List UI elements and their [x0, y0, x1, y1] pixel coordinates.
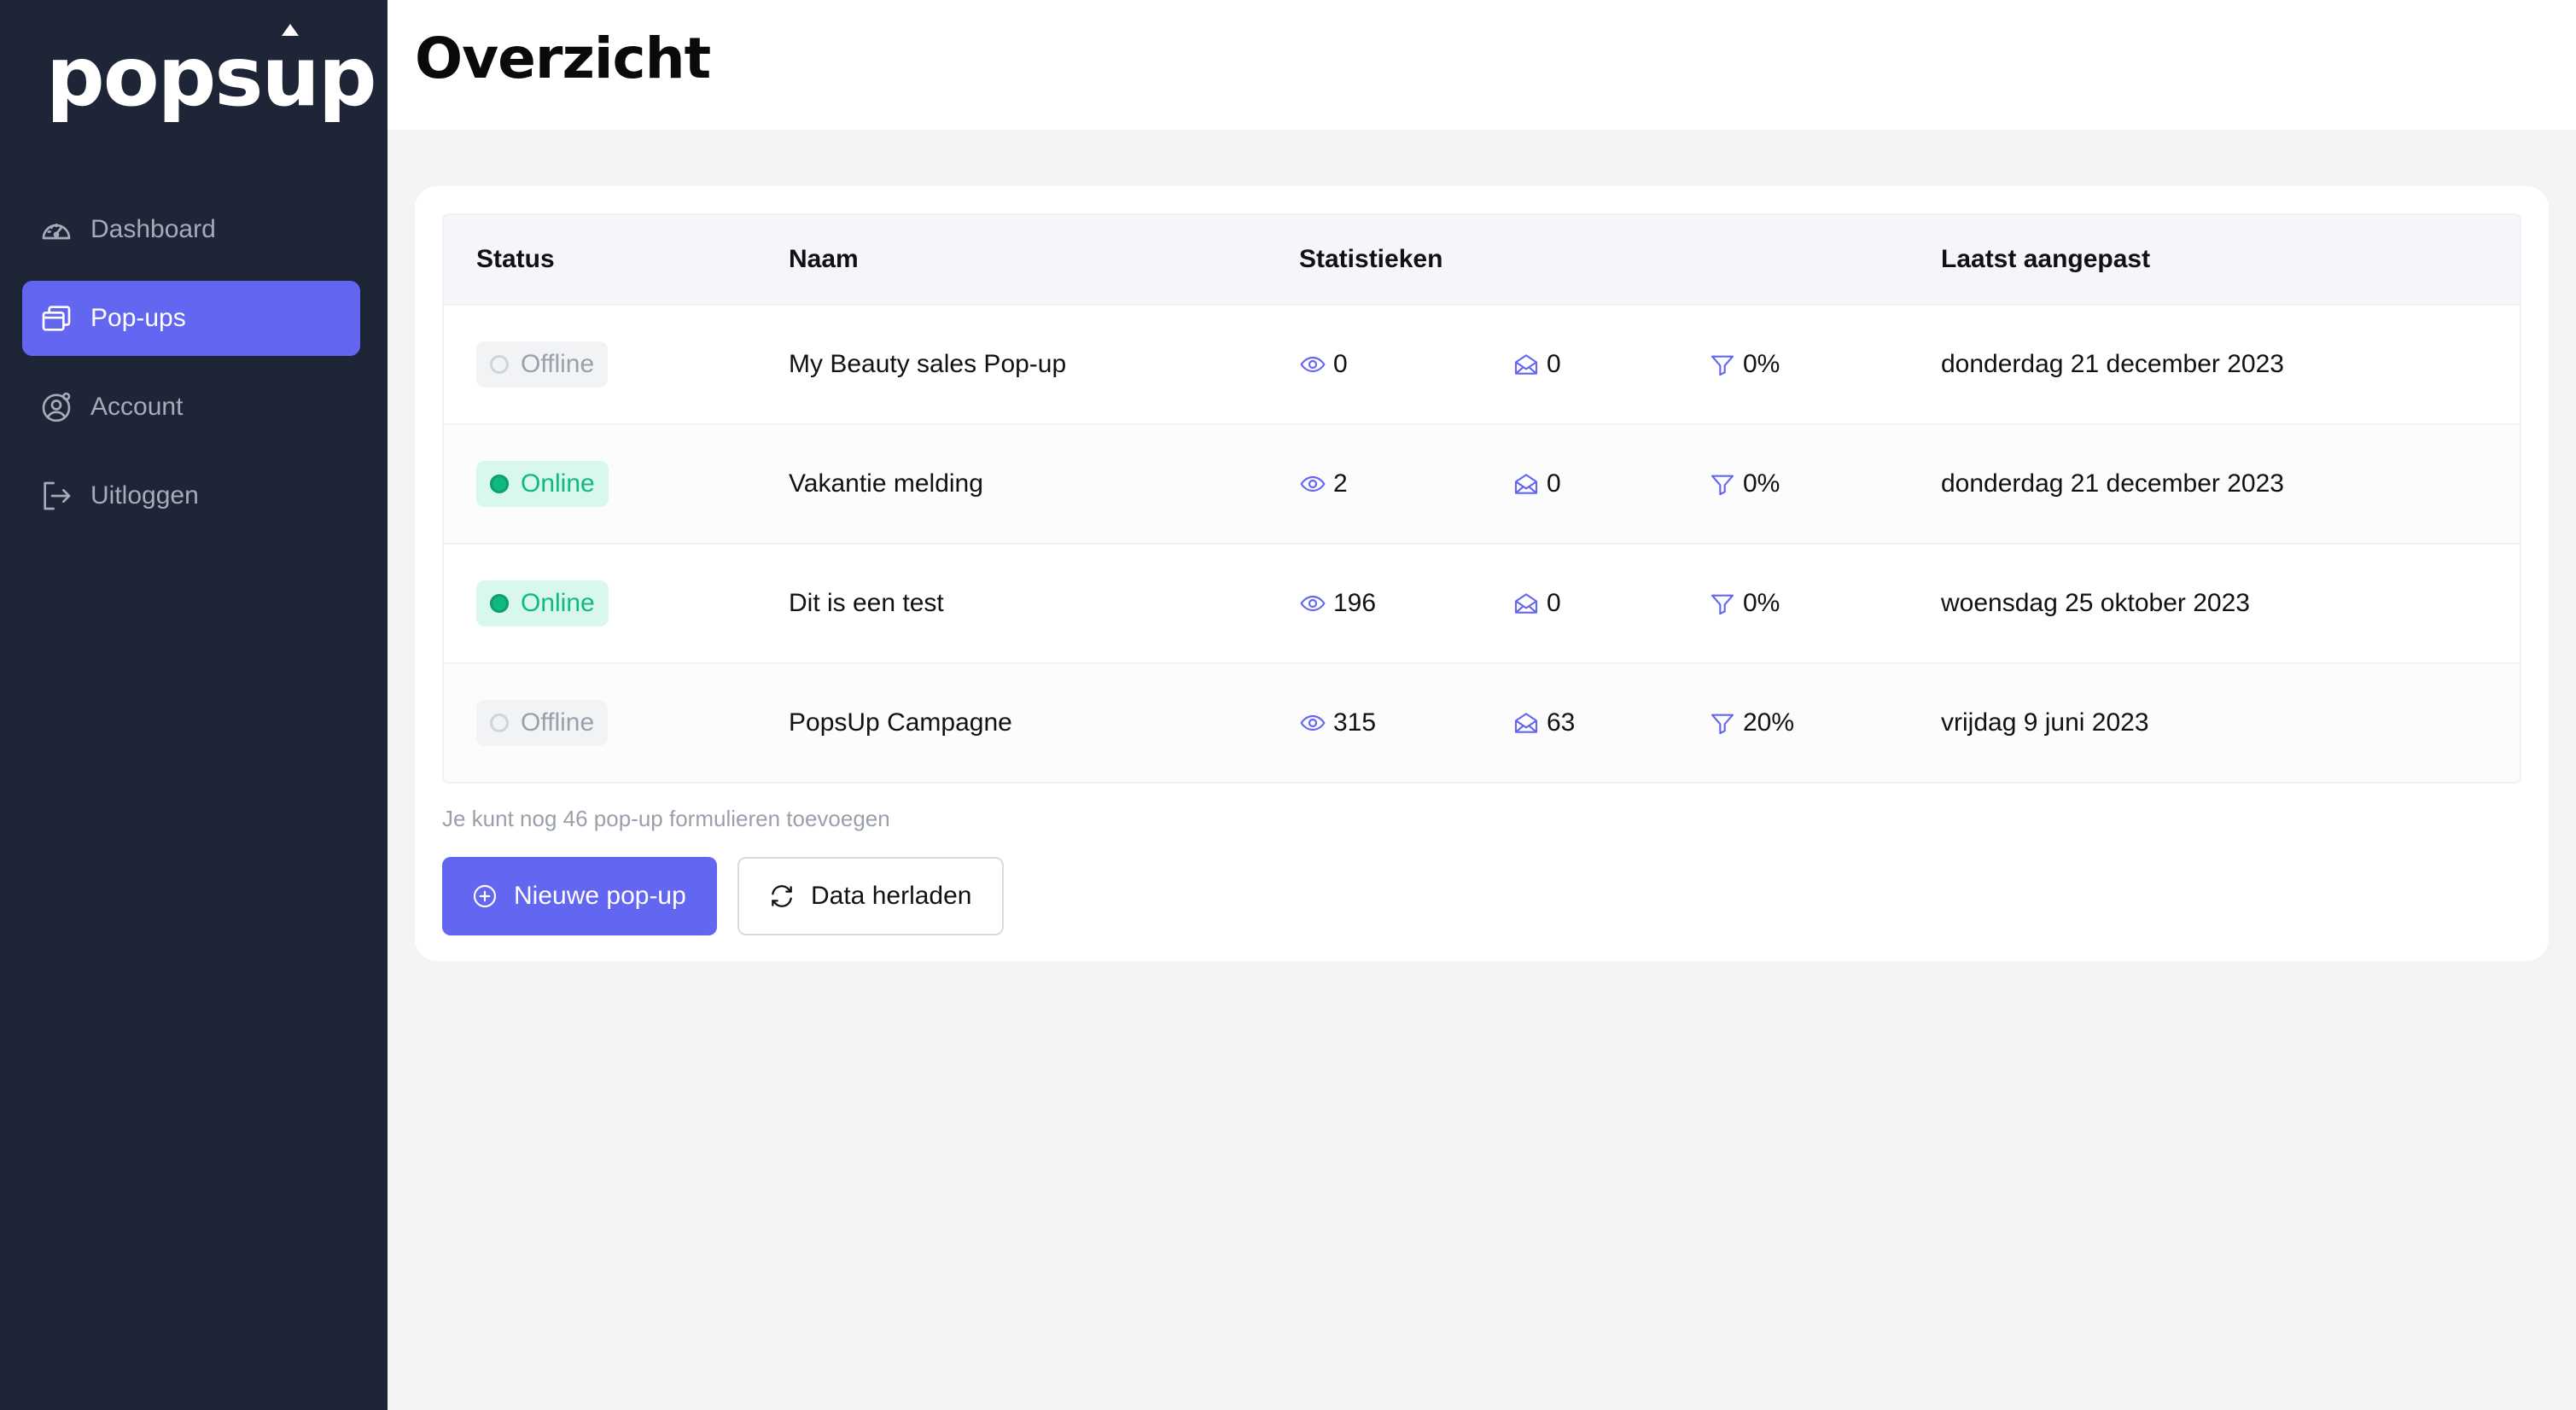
- conversion-rate: 0%: [1743, 469, 1780, 498]
- popup-name[interactable]: PopsUp Campagne: [789, 708, 1012, 737]
- popup-name[interactable]: Dit is een test: [789, 589, 944, 618]
- submissions-count: 0: [1547, 589, 1561, 617]
- popup-name[interactable]: My Beauty sales Pop-up: [789, 350, 1066, 379]
- windows-icon: [38, 300, 75, 337]
- views-count: 2: [1333, 469, 1348, 498]
- new-popup-label: Nieuwe pop-up: [514, 882, 686, 910]
- logout-icon: [38, 477, 75, 515]
- column-header-name: Naam: [789, 245, 859, 273]
- status-dot-icon: [490, 714, 509, 732]
- remaining-popups-hint: Je kunt nog 46 pop-up formulieren toevoe…: [442, 806, 890, 831]
- sidebar-item-label: Dashboard: [90, 215, 216, 243]
- funnel-icon: [1709, 709, 1736, 737]
- funnel-icon: [1709, 590, 1736, 617]
- popup-name[interactable]: Vakantie melding: [789, 469, 983, 498]
- new-popup-button[interactable]: Nieuwe pop-up: [442, 857, 717, 935]
- eye-icon: [1299, 709, 1326, 737]
- eye-icon: [1299, 590, 1326, 617]
- logo[interactable]: popsu p: [46, 24, 377, 128]
- sidebar-item-label: Uitloggen: [90, 481, 199, 510]
- sidebar-item-label: Pop-ups: [90, 304, 186, 332]
- conversion-rate: 0%: [1743, 589, 1780, 617]
- refresh-icon: [768, 882, 797, 911]
- conversion-rate: 20%: [1743, 708, 1795, 737]
- sidebar-item-label: Account: [90, 393, 184, 421]
- status-dot-icon: [490, 475, 509, 493]
- column-header-updated: Laatst aangepast: [1941, 245, 2151, 273]
- reload-data-button[interactable]: Data herladen: [737, 857, 1004, 935]
- user-gear-icon: [38, 388, 75, 426]
- envelope-open-icon: [1512, 470, 1540, 498]
- status-badge[interactable]: Offline: [476, 700, 609, 746]
- sidebar-nav: Dashboard Pop-ups Account Uitloggen: [22, 192, 360, 547]
- status-badge[interactable]: Online: [476, 580, 609, 626]
- submissions-count: 63: [1547, 708, 1576, 737]
- reload-data-label: Data herladen: [811, 882, 972, 910]
- views-count: 315: [1333, 708, 1377, 737]
- sidebar-item-account[interactable]: Account: [22, 370, 360, 445]
- last-updated: donderdag 21 december 2023: [1941, 469, 2284, 498]
- column-header-status: Status: [476, 245, 555, 273]
- sidebar: popsu p Dashboard Pop-ups Account Uitlog…: [0, 0, 388, 1410]
- status-badge[interactable]: Online: [476, 461, 609, 507]
- popups-card: Status Naam Statistieken Laatst aangepas…: [415, 186, 2549, 961]
- views-count: 0: [1333, 350, 1348, 378]
- eye-icon: [1299, 470, 1326, 498]
- table-header: Status Naam Statistieken Laatst aangepas…: [444, 215, 2520, 304]
- last-updated: donderdag 21 december 2023: [1941, 350, 2284, 378]
- eye-icon: [1299, 351, 1326, 378]
- envelope-open-icon: [1512, 351, 1540, 378]
- plus-circle-icon: [471, 882, 500, 911]
- views-count: 196: [1333, 589, 1377, 617]
- table-row[interactable]: Offline My Beauty sales Pop-up 0 0 0% do…: [444, 304, 2520, 423]
- funnel-icon: [1709, 351, 1736, 378]
- table-row[interactable]: Online Vakantie melding 2 0 0% donderdag…: [444, 423, 2520, 543]
- sidebar-item-logout[interactable]: Uitloggen: [22, 458, 360, 533]
- table-row[interactable]: Online Dit is een test 196 0 0% woensdag…: [444, 543, 2520, 662]
- status-dot-icon: [490, 355, 509, 374]
- status-dot-icon: [490, 594, 509, 613]
- sidebar-item-dashboard[interactable]: Dashboard: [22, 192, 360, 267]
- funnel-icon: [1709, 470, 1736, 498]
- popups-table: Status Naam Statistieken Laatst aangepas…: [442, 213, 2521, 784]
- envelope-open-icon: [1512, 709, 1540, 737]
- submissions-count: 0: [1547, 469, 1561, 498]
- header: Overzicht: [388, 0, 2576, 130]
- logo-text: popsu p: [46, 24, 377, 125]
- last-updated: vrijdag 9 juni 2023: [1941, 708, 2149, 737]
- envelope-open-icon: [1512, 590, 1540, 617]
- conversion-rate: 0%: [1743, 350, 1780, 378]
- last-updated: woensdag 25 oktober 2023: [1941, 589, 2250, 617]
- sidebar-item-popups[interactable]: Pop-ups: [22, 281, 360, 356]
- page-title: Overzicht: [415, 26, 711, 91]
- gauge-icon: [38, 211, 75, 248]
- table-row[interactable]: Offline PopsUp Campagne 315 63 20% vrijd…: [444, 662, 2520, 782]
- status-badge[interactable]: Offline: [476, 341, 609, 387]
- submissions-count: 0: [1547, 350, 1561, 378]
- column-header-stats: Statistieken: [1299, 245, 1443, 273]
